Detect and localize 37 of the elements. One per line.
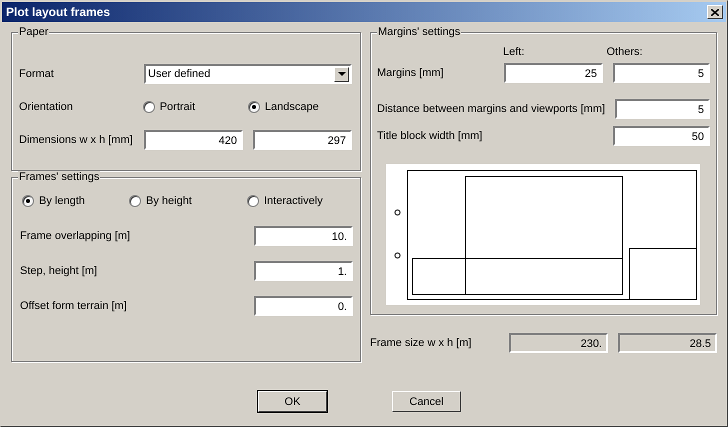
group-title: Frames' settings xyxy=(18,171,100,184)
column-header: Left: xyxy=(503,46,526,58)
field-label: Frame size w x h [m] xyxy=(370,337,472,349)
group-title: Margins' settings xyxy=(377,26,462,39)
close-icon xyxy=(711,8,719,16)
group-title: Paper xyxy=(18,26,50,39)
input-field[interactable]: 10. xyxy=(254,226,353,246)
radio-button[interactable]: Interactively xyxy=(247,195,323,207)
input-field[interactable]: 297 xyxy=(253,130,352,150)
field-label: Offset form terrain [m] xyxy=(20,300,128,312)
field-label: Dimensions w x h [mm] xyxy=(19,134,134,146)
radio-button[interactable]: By height xyxy=(129,195,247,207)
input-field[interactable]: 1. xyxy=(254,261,353,281)
readonly-field: 230. xyxy=(509,333,608,353)
input-field[interactable]: 5 xyxy=(615,99,710,119)
field-label: Margins [mm] xyxy=(377,67,445,79)
field-label: Title block width [mm] xyxy=(377,130,484,142)
format-dropdown[interactable]: User defined xyxy=(144,64,352,84)
cancel-button[interactable]: Cancel xyxy=(392,391,461,412)
field-label: Distance between margins and viewports [mm] xyxy=(377,103,606,115)
input-field[interactable]: 50 xyxy=(613,126,710,146)
radio-button[interactable]: Portrait xyxy=(142,101,248,113)
input-field[interactable]: 25 xyxy=(504,63,603,83)
input-field[interactable]: 0. xyxy=(254,296,353,316)
field-label: Frame overlapping [m] xyxy=(20,230,132,242)
radio-button[interactable]: By length xyxy=(22,195,129,207)
field-label: Orientation xyxy=(19,101,74,113)
radio-button[interactable]: Landscape xyxy=(248,101,354,113)
input-field[interactable]: 420 xyxy=(144,130,243,150)
close-button[interactable] xyxy=(707,5,723,19)
readonly-field: 28.5 xyxy=(618,333,717,353)
field-label: Step, height [m] xyxy=(20,265,98,277)
ok-button[interactable]: OK xyxy=(258,391,327,412)
field-label: Format xyxy=(19,68,55,80)
window-title: Plot layout frames xyxy=(6,5,110,19)
column-header: Others: xyxy=(606,46,644,58)
input-field[interactable]: 5 xyxy=(613,63,710,83)
